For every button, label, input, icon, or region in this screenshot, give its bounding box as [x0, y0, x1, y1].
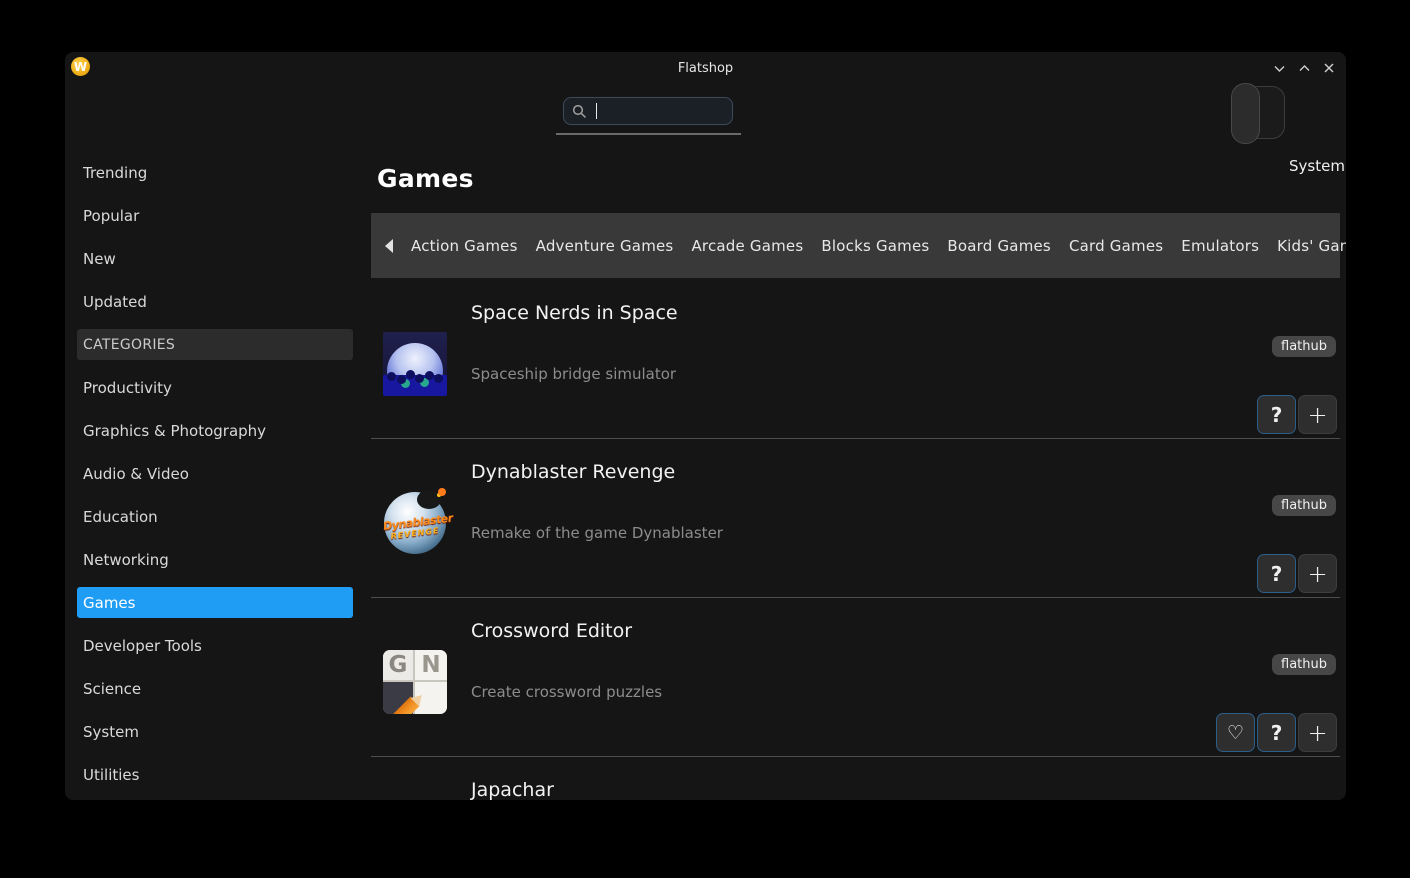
sidebar-item-trending[interactable]: Trending [77, 157, 353, 188]
add-button[interactable]: + [1298, 395, 1337, 434]
sidebar-item-new[interactable]: New [77, 243, 353, 274]
tab-emulators[interactable]: Emulators [1181, 237, 1259, 255]
app-row-buttons: ♡?+ [1216, 713, 1337, 752]
app-row-crossword-editor[interactable]: GN Crossword Editor Create crossword puz… [371, 598, 1340, 757]
sidebar-item-audio-video[interactable]: Audio & Video [77, 458, 353, 489]
sidebar: Trending Popular New Updated CATEGORIES Produ… [77, 157, 353, 800]
tab-label: Card Games [1069, 237, 1163, 255]
sidebar-item-label: Utilities [83, 766, 139, 784]
tab-label: Blocks Games [821, 237, 929, 255]
crossword-app-icon: GN [383, 650, 447, 714]
tab-adventure-games[interactable]: Adventure Games [536, 237, 674, 255]
sidebar-item-label: Popular [83, 207, 139, 225]
app-row-buttons: ?+ [1257, 395, 1337, 434]
favorite-button[interactable]: ♡ [1216, 713, 1255, 752]
app-row-buttons: ?+ [1257, 554, 1337, 593]
sidebar-item-graphics-photography[interactable]: Graphics & Photography [77, 415, 353, 446]
source-badge: flathub [1272, 495, 1336, 516]
tab-label: Adventure Games [536, 237, 674, 255]
help-button[interactable]: ? [1257, 554, 1296, 593]
sidebar-item-label: CATEGORIES [83, 337, 175, 353]
add-button[interactable]: + [1298, 713, 1337, 752]
sidebar-item-label: Education [83, 508, 158, 526]
sidebar-item-developer-tools[interactable]: Developer Tools [77, 630, 353, 661]
sidebar-item-label: Developer Tools [83, 637, 202, 655]
sidebar-item-label: Updated [83, 293, 147, 311]
sidebar-item-label: New [83, 250, 116, 268]
help-button[interactable]: ? [1257, 713, 1296, 752]
sidebar-item-popular[interactable]: Popular [77, 200, 353, 231]
sidebar-item-label: Science [83, 680, 141, 698]
app-logo-icon: W [71, 57, 90, 76]
sidebar-section-categories: CATEGORIES [77, 329, 353, 360]
tab-label: Emulators [1181, 237, 1259, 255]
tab-label: Kids' Games [1277, 237, 1346, 255]
tab-action-games[interactable]: Action Games [411, 237, 518, 255]
scroll-left-button[interactable] [385, 221, 393, 271]
help-button[interactable]: ? [1257, 395, 1296, 434]
tab-arcade-games[interactable]: Arcade Games [691, 237, 803, 255]
tab-label: Board Games [947, 237, 1051, 255]
sidebar-item-utilities[interactable]: Utilities [77, 759, 353, 790]
sidebar-item-system[interactable]: System [77, 716, 353, 747]
app-title: Space Nerds in Space [471, 302, 678, 324]
app-row-space-nerds-in-space[interactable]: Space Nerds in Space Spaceship bridge si… [371, 280, 1340, 439]
app-row-japachar[interactable]: Japachar [371, 757, 1340, 800]
source-badge: flathub [1272, 654, 1336, 675]
tab-card-games[interactable]: Card Games [1069, 237, 1163, 255]
space-nerds-app-icon [383, 332, 447, 396]
tab-kids-games[interactable]: Kids' Games [1277, 237, 1346, 255]
app-summary: Remake of the game Dynablaster [471, 524, 723, 542]
sidebar-item-networking[interactable]: Networking [77, 544, 353, 575]
dynablaster-app-icon: DynablasterREVENGE [383, 491, 447, 555]
sidebar-item-education[interactable]: Education [77, 501, 353, 532]
page-title: Games [377, 164, 474, 193]
flatshop-window: W Flatshop System TrendingPopularNewUpda [65, 52, 1346, 800]
source-badge: flathub [1272, 336, 1336, 357]
grid-cell-g: G [383, 650, 413, 680]
sidebar-item-science[interactable]: Science [77, 673, 353, 704]
app-title: Crossword Editor [471, 620, 632, 642]
tab-label: Action Games [411, 237, 518, 255]
fuse-spark-art [438, 488, 446, 496]
grid-cell-n: N [415, 650, 447, 680]
app-title: Japachar [471, 779, 554, 800]
sidebar-item-label: Trending [83, 164, 147, 182]
app-list: Space Nerds in Space Spaceship bridge si… [371, 280, 1340, 800]
sidebar-item-label: System [83, 723, 139, 741]
crowd-heads-art [387, 372, 396, 381]
app-summary: Create crossword puzzles [471, 683, 662, 701]
app-row-dynablaster-revenge[interactable]: DynablasterREVENGE Dynablaster Revenge R… [371, 439, 1340, 598]
add-button[interactable]: + [1298, 554, 1337, 593]
sidebar-item-label: Productivity [83, 379, 172, 397]
sidebar-item-productivity[interactable]: Productivity [77, 372, 353, 403]
app-title: Dynablaster Revenge [471, 461, 675, 483]
sidebar-item-updated[interactable]: Updated [77, 286, 353, 317]
sidebar-item-label: Audio & Video [83, 465, 189, 483]
tab-board-games[interactable]: Board Games [947, 237, 1051, 255]
sidebar-item-label: Games [83, 594, 135, 612]
sidebar-item-label: Graphics & Photography [83, 422, 266, 440]
tab-label: Arcade Games [691, 237, 803, 255]
content-area: Games Action Games Adventure Games Arcade … [371, 52, 1340, 800]
category-tabs: Action Games Adventure Games Arcade Games B… [371, 213, 1340, 278]
tab-blocks-games[interactable]: Blocks Games [821, 237, 929, 255]
sidebar-item-games[interactable]: Games [77, 587, 353, 618]
sidebar-item-label: Networking [83, 551, 169, 569]
app-summary: Spaceship bridge simulator [471, 365, 676, 383]
triangle-left-icon [385, 239, 393, 253]
